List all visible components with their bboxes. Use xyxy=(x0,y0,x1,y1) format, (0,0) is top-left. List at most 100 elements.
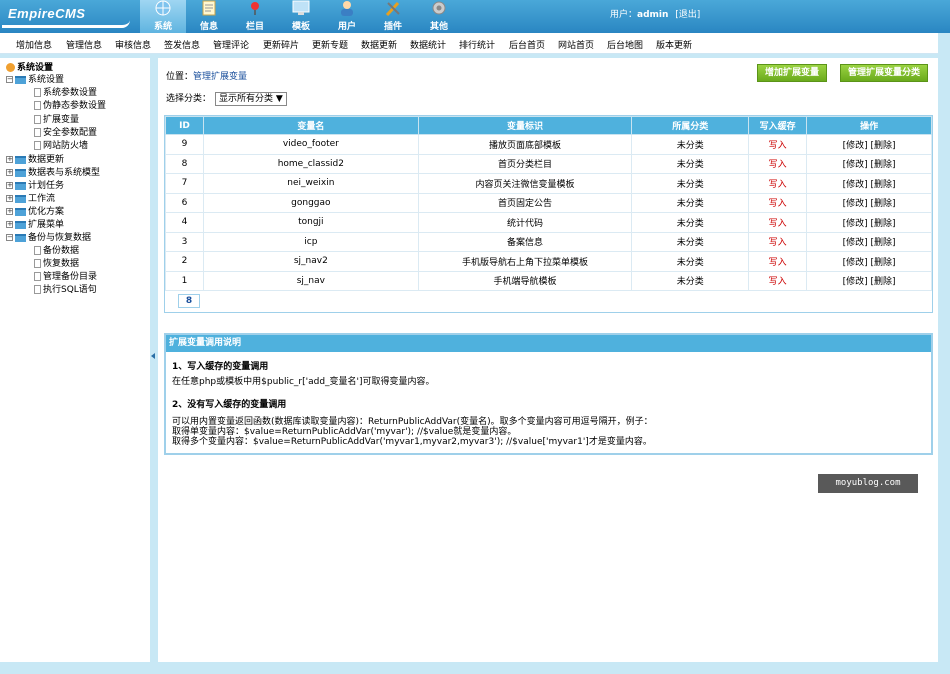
column-header-0: ID xyxy=(165,116,204,135)
bottom-edge xyxy=(0,662,950,674)
menu-item-8[interactable]: 数据统计 xyxy=(410,38,446,51)
breadcrumb: 位置：管理扩展变量 xyxy=(166,69,247,82)
sidebar-item-11[interactable]: + 扩展菜单 xyxy=(6,219,64,231)
sidebar-item-label: 优化方案 xyxy=(28,207,65,217)
filter-label: 选择分类： xyxy=(166,94,212,104)
sidebar-root-label: 系统设置 xyxy=(17,63,54,73)
table-row: 7 nei_weixin 内容页关注微信变量模板 未分类 写入 [修改] [删除] xyxy=(165,173,932,194)
write-cache-link[interactable]: 写入 xyxy=(748,212,808,233)
sidebar-item-12[interactable]: − 备份与恢复数据 xyxy=(6,232,91,244)
expand-icon[interactable]: + xyxy=(6,195,13,202)
write-cache-link[interactable]: 写入 xyxy=(748,134,808,155)
menu-item-11[interactable]: 网站首页 xyxy=(558,38,594,51)
folder-icon xyxy=(15,194,26,203)
write-cache-link[interactable]: 写入 xyxy=(748,173,808,194)
menu-item-6[interactable]: 更新专题 xyxy=(312,38,348,51)
write-cache-link[interactable]: 写入 xyxy=(748,231,808,252)
edit-delete-links[interactable]: [修改] [删除] xyxy=(806,231,932,252)
sidebar-item-label: 备份与恢复数据 xyxy=(28,233,92,243)
edit-delete-links[interactable]: [修改] [删除] xyxy=(806,173,932,194)
expand-icon[interactable]: + xyxy=(6,182,13,189)
expand-icon[interactable]: + xyxy=(6,221,13,228)
sidebar-item-14[interactable]: 恢复数据 xyxy=(34,258,79,270)
sidebar-item-5[interactable]: 网站防火墙 xyxy=(34,140,88,152)
menu-item-5[interactable]: 更新碎片 xyxy=(263,38,299,51)
cell-name: nei_weixin xyxy=(202,173,419,194)
logout-link[interactable]: [退出] xyxy=(675,10,700,20)
nav-tab-6[interactable]: 其他 xyxy=(416,0,462,33)
sidebar-root[interactable]: 系统设置 xyxy=(6,62,53,74)
pager[interactable]: 8 xyxy=(178,294,200,308)
cell-name: sj_nav xyxy=(202,270,419,291)
edit-delete-links[interactable]: [修改] [删除] xyxy=(806,212,932,233)
folder-icon xyxy=(15,168,26,177)
menu-item-2[interactable]: 审核信息 xyxy=(115,38,151,51)
expand-icon[interactable]: + xyxy=(6,156,13,163)
breadcrumb-link[interactable]: 管理扩展变量 xyxy=(193,72,247,82)
menu-item-1[interactable]: 管理信息 xyxy=(66,38,102,51)
edit-delete-links[interactable]: [修改] [删除] xyxy=(806,134,932,155)
edit-delete-links[interactable]: [修改] [删除] xyxy=(806,153,932,174)
expand-icon[interactable]: + xyxy=(6,169,13,176)
sidebar-item-10[interactable]: + 优化方案 xyxy=(6,206,64,218)
nav-tab-2[interactable]: 栏目 xyxy=(232,0,278,33)
nav-tab-1[interactable]: 信息 xyxy=(186,0,232,33)
cell-id: 3 xyxy=(165,231,204,252)
add-variable-button[interactable]: 增加扩展变量 xyxy=(757,64,827,82)
cell-mark: 备案信息 xyxy=(417,231,633,252)
nav-tab-5[interactable]: 插件 xyxy=(370,0,416,33)
edit-delete-links[interactable]: [修改] [删除] xyxy=(806,192,932,213)
menu-item-10[interactable]: 后台首页 xyxy=(509,38,545,51)
menu-item-9[interactable]: 排行统计 xyxy=(459,38,495,51)
sidebar-item-7[interactable]: + 数据表与系统模型 xyxy=(6,167,100,179)
sidebar-item-1[interactable]: 系统参数设置 xyxy=(34,87,97,99)
expand-icon[interactable]: + xyxy=(6,208,13,215)
category-select[interactable]: 显示所有分类 ▼ xyxy=(215,92,287,106)
sidebar-item-8[interactable]: + 计划任务 xyxy=(6,180,64,192)
cell-mark: 统计代码 xyxy=(417,212,633,233)
folder-icon xyxy=(15,220,26,229)
cell-id: 2 xyxy=(165,251,204,272)
write-cache-link[interactable]: 写入 xyxy=(748,153,808,174)
sidebar-item-15[interactable]: 管理备份目录 xyxy=(34,271,97,283)
globe-icon xyxy=(154,0,172,16)
write-cache-link[interactable]: 写入 xyxy=(748,192,808,213)
table-row: 8 home_classid2 首页分类栏目 未分类 写入 [修改] [删除] xyxy=(165,153,932,174)
sidebar-item-label: 数据更新 xyxy=(28,155,65,165)
cell-id: 9 xyxy=(165,134,204,155)
folder-icon xyxy=(15,181,26,190)
cell-mark: 首页固定公告 xyxy=(417,192,633,213)
write-cache-link[interactable]: 写入 xyxy=(748,270,808,291)
folder-icon xyxy=(15,155,26,164)
write-cache-link[interactable]: 写入 xyxy=(748,251,808,272)
manage-variable-class-button[interactable]: 管理扩展变量分类 xyxy=(840,64,928,82)
nav-tab-3[interactable]: 模板 xyxy=(278,0,324,33)
menu-item-7[interactable]: 数据更新 xyxy=(361,38,397,51)
sidebar-item-9[interactable]: + 工作流 xyxy=(6,193,55,205)
sidebar-item-6[interactable]: + 数据更新 xyxy=(6,154,64,166)
edit-delete-links[interactable]: [修改] [删除] xyxy=(806,270,932,291)
sidebar-item-3[interactable]: 扩展变量 xyxy=(34,114,79,126)
help-text-1: 在任意php或模板中用$public_r['add_变量名']可取得变量内容。 xyxy=(172,377,435,387)
right-edge xyxy=(938,33,950,674)
column-header-1: 变量名 xyxy=(202,116,419,135)
collapse-icon[interactable]: − xyxy=(6,234,13,241)
edit-delete-links[interactable]: [修改] [删除] xyxy=(806,251,932,272)
sidebar-divider[interactable] xyxy=(150,58,158,662)
menu-item-3[interactable]: 签发信息 xyxy=(164,38,200,51)
menu-item-0[interactable]: 增加信息 xyxy=(16,38,52,51)
nav-tab-0[interactable]: 系统 xyxy=(140,0,186,33)
sidebar-item-4[interactable]: 安全参数配置 xyxy=(34,127,97,139)
user-info: 用户：admin [退出] xyxy=(610,7,700,20)
sidebar-item-0[interactable]: − 系统设置 xyxy=(6,74,64,86)
menu-item-4[interactable]: 管理评论 xyxy=(213,38,249,51)
menu-item-13[interactable]: 版本更新 xyxy=(656,38,692,51)
menu-item-12[interactable]: 后台地图 xyxy=(607,38,643,51)
collapse-arrow-icon[interactable] xyxy=(151,353,155,359)
empirecms-logo[interactable]: EmpireCMS xyxy=(2,2,137,30)
sidebar-item-13[interactable]: 备份数据 xyxy=(34,245,79,257)
sidebar-item-2[interactable]: 伪静态参数设置 xyxy=(34,100,106,112)
collapse-icon[interactable]: − xyxy=(6,76,13,83)
nav-tab-4[interactable]: 用户 xyxy=(324,0,370,33)
sidebar-item-16[interactable]: 执行SQL语句 xyxy=(34,284,97,296)
